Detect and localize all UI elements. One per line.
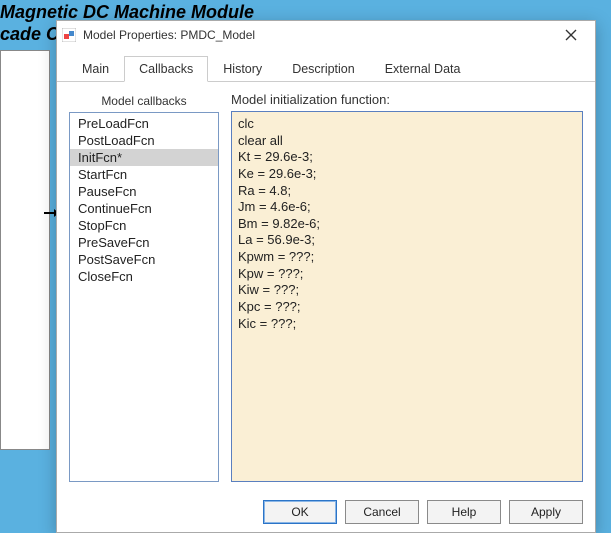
- tab-description[interactable]: Description: [277, 56, 370, 82]
- tab-strip: Main Callbacks History Description Exter…: [57, 49, 595, 82]
- background-simulink-block: [0, 50, 50, 450]
- close-button[interactable]: [551, 21, 591, 49]
- callback-item[interactable]: StopFcn: [70, 217, 218, 234]
- callbacks-pane: Model callbacks PreLoadFcnPostLoadFcnIni…: [69, 92, 219, 482]
- model-properties-dialog: Model Properties: PMDC_Model Main Callba…: [56, 20, 596, 533]
- initfcn-editor[interactable]: clc clear all Kt = 29.6e-3; Ke = 29.6e-3…: [231, 111, 583, 482]
- tab-external-data[interactable]: External Data: [370, 56, 476, 82]
- editor-label: Model initialization function:: [231, 92, 583, 111]
- help-button[interactable]: Help: [427, 500, 501, 524]
- apply-button[interactable]: Apply: [509, 500, 583, 524]
- cancel-button[interactable]: Cancel: [345, 500, 419, 524]
- block-input-arrow: [44, 212, 56, 214]
- callback-item[interactable]: StartFcn: [70, 166, 218, 183]
- dialog-title: Model Properties: PMDC_Model: [83, 28, 551, 42]
- callback-item[interactable]: CloseFcn: [70, 268, 218, 285]
- callbacks-header: Model callbacks: [69, 92, 219, 112]
- dialog-button-row: OK Cancel Help Apply: [57, 492, 595, 532]
- callback-item[interactable]: ContinueFcn: [70, 200, 218, 217]
- dialog-titlebar: Model Properties: PMDC_Model: [57, 21, 595, 49]
- callback-list[interactable]: PreLoadFcnPostLoadFcnInitFcn*StartFcnPau…: [69, 112, 219, 482]
- background-title-line2: cade C: [0, 24, 59, 45]
- callback-item[interactable]: PauseFcn: [70, 183, 218, 200]
- editor-pane: Model initialization function: clc clear…: [231, 92, 583, 482]
- ok-button[interactable]: OK: [263, 500, 337, 524]
- tab-callbacks[interactable]: Callbacks: [124, 56, 208, 82]
- callback-item[interactable]: PreLoadFcn: [70, 115, 218, 132]
- close-icon: [565, 29, 577, 41]
- callback-item[interactable]: InitFcn*: [70, 149, 218, 166]
- callback-item[interactable]: PreSaveFcn: [70, 234, 218, 251]
- dialog-content: Model callbacks PreLoadFcnPostLoadFcnIni…: [57, 82, 595, 492]
- tab-history[interactable]: History: [208, 56, 277, 82]
- tab-main[interactable]: Main: [67, 56, 124, 82]
- callback-item[interactable]: PostSaveFcn: [70, 251, 218, 268]
- callback-item[interactable]: PostLoadFcn: [70, 132, 218, 149]
- simulink-icon: [61, 27, 77, 43]
